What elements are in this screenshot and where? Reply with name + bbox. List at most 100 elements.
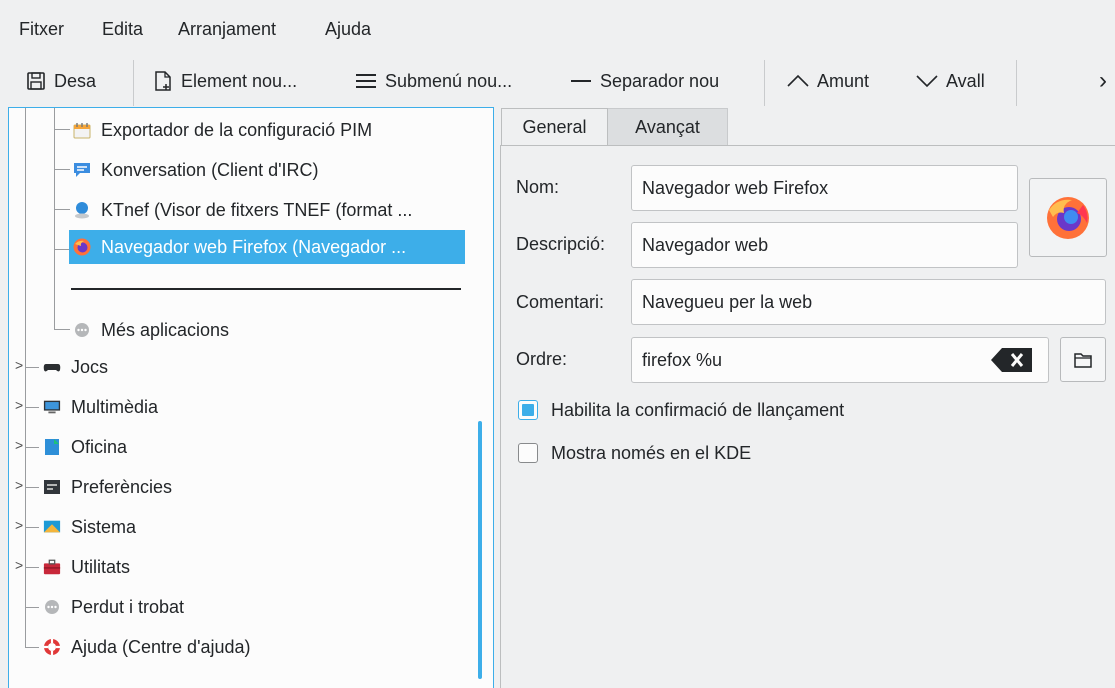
command-field[interactable]: firefox %u — [631, 337, 1049, 383]
tree-branch-line — [25, 647, 39, 648]
tree-branch-line — [25, 447, 39, 448]
tree-category-label: Utilitats — [71, 556, 131, 577]
tree-category-label: Perdut i trobat — [71, 596, 185, 617]
tree-category[interactable]: Preferències — [43, 470, 172, 504]
toolbar-overflow-button[interactable]: › — [1099, 67, 1107, 95]
tree-branch-line — [54, 329, 70, 330]
tree-item[interactable]: KTnef (Visor de fitxers TNEF (format ... — [73, 193, 412, 227]
tree-branch-line — [25, 527, 39, 528]
office-icon — [43, 438, 61, 456]
browse-button[interactable] — [1060, 337, 1106, 382]
tree-category-label: Oficina — [71, 436, 128, 457]
launch-feedback-checkbox[interactable]: Habilita la confirmació de llançament — [518, 397, 844, 423]
checkbox-unchecked-icon — [518, 443, 538, 463]
tree-category[interactable]: Perdut i trobat — [43, 590, 184, 624]
move-down-button[interactable]: Avall — [916, 67, 985, 95]
tree-item-label: KTnef (Visor de fitxers TNEF (format ... — [101, 199, 413, 220]
expand-arrow-icon[interactable]: > — [15, 477, 23, 493]
clear-text-button[interactable] — [990, 347, 1034, 373]
menu-lines-icon — [356, 74, 376, 88]
name-field-value: Navegador web Firefox — [642, 177, 829, 198]
tree-category[interactable]: Multimèdia — [43, 390, 158, 424]
tab-general-label: General — [522, 117, 587, 137]
help-center-icon — [43, 638, 61, 656]
chevron-right-icon: › — [1099, 67, 1107, 94]
app-icon-button[interactable] — [1029, 178, 1107, 257]
tree-category-label: Sistema — [71, 516, 137, 537]
preferences-icon — [43, 478, 61, 496]
description-field-value: Navegador web — [642, 234, 769, 255]
expand-arrow-icon[interactable]: > — [15, 357, 23, 373]
move-up-label: Amunt — [817, 70, 870, 91]
comment-field[interactable]: Navegueu per la web — [631, 279, 1106, 325]
move-down-label: Avall — [946, 70, 985, 91]
new-submenu-label: Submenú nou... — [385, 70, 513, 91]
comment-label: Comentari: — [516, 292, 605, 312]
utilities-icon — [43, 558, 61, 576]
tree-category[interactable]: Oficina — [43, 430, 127, 464]
tree-category[interactable]: Sistema — [43, 510, 136, 544]
expand-arrow-icon[interactable]: > — [15, 517, 23, 533]
clear-text-icon — [991, 348, 1032, 372]
chevron-down-icon — [916, 75, 938, 88]
tree-branch-line — [54, 209, 70, 210]
kde-only-label: Mostra només en el KDE — [551, 442, 752, 463]
tree-item[interactable]: Exportador de la configuració PIM — [73, 113, 372, 147]
launch-feedback-label: Habilita la confirmació de llançament — [551, 399, 845, 420]
tab-advanced[interactable]: Avançat — [608, 108, 728, 146]
firefox-icon — [1047, 196, 1089, 239]
expand-arrow-icon[interactable]: > — [15, 557, 23, 573]
tree-category-label: Ajuda (Centre d'ajuda) — [71, 636, 251, 657]
name-field[interactable]: Navegador web Firefox — [631, 165, 1018, 211]
tree-category-label: Multimèdia — [71, 396, 159, 417]
tree-category[interactable]: Jocs — [43, 350, 108, 384]
move-up-button[interactable]: Amunt — [787, 67, 869, 95]
lost-found-icon — [43, 598, 61, 616]
kde-only-checkbox[interactable]: Mostra només en el KDE — [518, 440, 751, 466]
menu-bar: Fitxer Edita Arranjament Ajuda — [0, 0, 1115, 56]
multimedia-icon — [43, 398, 61, 416]
new-item-label: Element nou... — [181, 70, 298, 91]
tree-category[interactable]: Ajuda (Centre d'ajuda) — [43, 630, 251, 664]
expand-arrow-icon[interactable]: > — [15, 437, 23, 453]
tree-scrollbar[interactable] — [478, 421, 482, 679]
menu-arranjament[interactable]: Arranjament — [178, 18, 276, 40]
tree-item-label: Més aplicacions — [101, 319, 230, 340]
menu-tree[interactable]: Exportador de la configuració PIM Konver… — [8, 107, 494, 688]
tree-category-label: Jocs — [71, 356, 109, 377]
checkbox-checked-icon — [518, 400, 538, 420]
command-label: Ordre: — [516, 349, 568, 369]
new-separator-button[interactable]: Separador nou — [570, 67, 719, 95]
firefox-icon — [73, 238, 91, 256]
new-document-icon — [155, 71, 171, 91]
toolbar-separator — [133, 60, 134, 106]
new-submenu-button[interactable]: Submenú nou... — [355, 67, 512, 95]
save-icon — [27, 72, 45, 90]
menu-fitxer[interactable]: Fitxer — [19, 18, 64, 40]
command-field-value: firefox %u — [642, 349, 723, 370]
pim-settings-icon — [73, 121, 91, 139]
chevron-up-icon — [787, 74, 809, 87]
menu-edita[interactable]: Edita — [102, 18, 143, 40]
chat-icon — [73, 161, 91, 179]
menu-separator-item[interactable] — [71, 288, 461, 290]
tree-item-label: Exportador de la configuració PIM — [101, 119, 373, 140]
menu-ajuda[interactable]: Ajuda — [325, 18, 371, 40]
new-item-button[interactable]: Element nou... — [153, 67, 297, 95]
tree-item[interactable]: Konversation (Client d'IRC) — [73, 153, 319, 187]
expand-arrow-icon[interactable]: > — [15, 397, 23, 413]
description-label: Descripció: — [516, 234, 606, 254]
tree-category[interactable]: Utilitats — [43, 550, 130, 584]
tree-item[interactable]: Més aplicacions — [73, 313, 229, 347]
description-field[interactable]: Navegador web — [631, 222, 1018, 268]
tree-item-selected[interactable]: Navegador web Firefox (Navegador ... — [69, 230, 465, 264]
toolbar-separator — [764, 60, 765, 106]
tab-advanced-label: Avançat — [635, 116, 700, 137]
separator-line-icon — [571, 80, 591, 82]
tree-branch-line — [25, 607, 39, 608]
tab-general[interactable]: General — [501, 108, 608, 146]
save-button[interactable]: Desa — [26, 67, 96, 95]
tree-branch-line — [25, 367, 39, 368]
tree-branch-line — [54, 108, 55, 330]
gamepad-icon — [43, 358, 61, 376]
